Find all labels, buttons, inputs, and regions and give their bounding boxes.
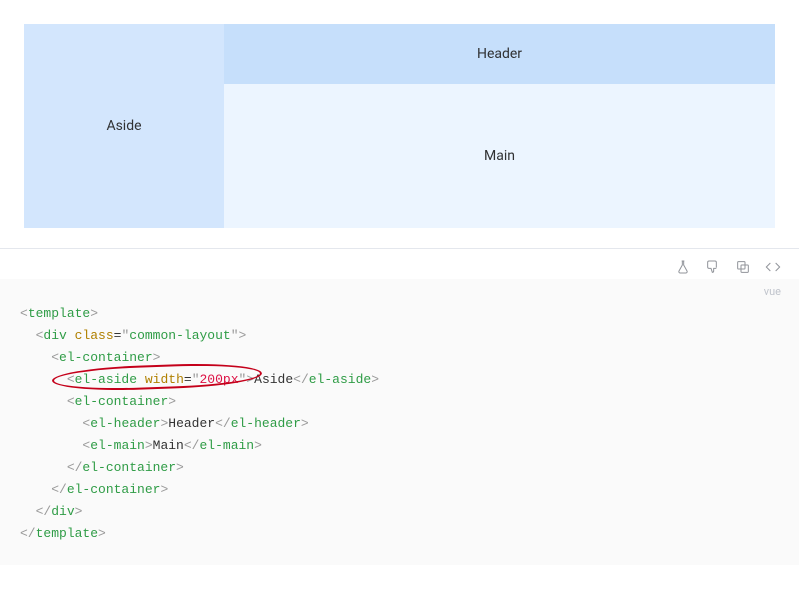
code-toolbar	[0, 249, 799, 279]
code-content: <template> <div class="common-layout"> <…	[0, 289, 799, 545]
copy-icon[interactable]	[735, 259, 751, 275]
thumbs-down-icon[interactable]	[705, 259, 721, 275]
demo-main: Main	[224, 84, 775, 228]
demo-header: Header	[224, 24, 775, 84]
demo-right-column: Header Main	[224, 24, 775, 228]
demo-header-label: Header	[477, 46, 522, 62]
code-block: vue <template> <div class="common-layout…	[0, 279, 799, 565]
demo-main-label: Main	[484, 148, 515, 164]
code-icon[interactable]	[765, 259, 781, 275]
demo-aside-label: Aside	[106, 118, 141, 134]
layout-demo-panel: Aside Header Main	[0, 0, 799, 249]
el-container-demo: Aside Header Main	[24, 24, 775, 228]
demo-aside: Aside	[24, 24, 224, 228]
flask-icon[interactable]	[675, 259, 691, 275]
